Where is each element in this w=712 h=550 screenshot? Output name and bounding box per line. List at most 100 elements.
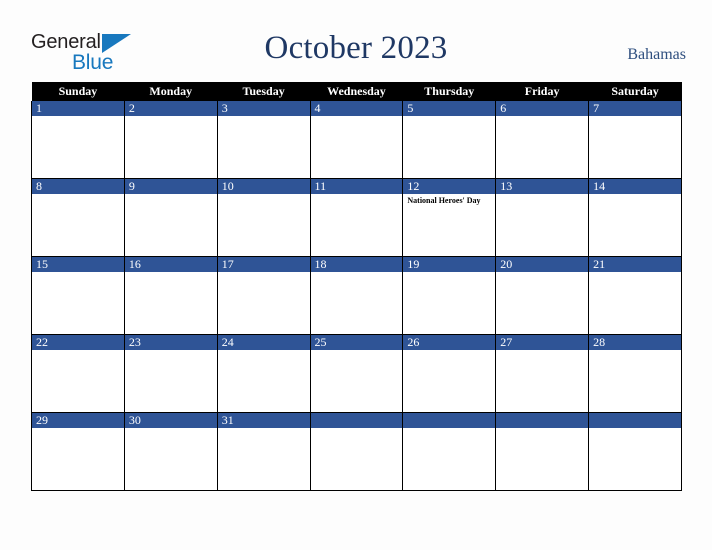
day-number: 24 — [217, 335, 310, 350]
calendar-empty-cell[interactable] — [309, 412, 404, 491]
calendar-day-cell[interactable]: 16 — [123, 256, 218, 335]
day-number: 9 — [124, 179, 217, 194]
day-number: 31 — [217, 413, 310, 428]
calendar-day-cell[interactable]: 18 — [309, 256, 404, 335]
day-number: 29 — [32, 413, 124, 428]
day-events — [496, 194, 588, 196]
calendar-day-cell[interactable]: 24 — [216, 334, 311, 413]
day-events — [589, 350, 681, 352]
calendar-day-cell[interactable]: 2 — [123, 101, 218, 179]
calendar-day-cell[interactable]: 23 — [123, 334, 218, 413]
calendar-day-cell[interactable]: 14 — [588, 178, 682, 257]
calendar-day-cell[interactable]: 15 — [31, 256, 125, 335]
calendar-day-cell[interactable]: 9 — [123, 178, 218, 257]
calendar-day-cell[interactable]: 4 — [309, 101, 404, 179]
calendar-day-cell[interactable]: 1 — [31, 101, 125, 179]
day-events — [218, 272, 310, 274]
weekday-header-thursday: Thursday — [402, 82, 496, 101]
day-number: 27 — [496, 335, 589, 350]
calendar-day-cell[interactable]: 21 — [588, 256, 682, 335]
weekday-header-saturday: Saturday — [588, 82, 682, 101]
day-events — [125, 272, 217, 274]
calendar-day-cell[interactable]: 10 — [216, 178, 311, 257]
calendar-empty-cell[interactable] — [588, 412, 682, 491]
page-title: October 2023 — [264, 30, 448, 66]
day-events — [496, 428, 588, 430]
calendar-day-cell[interactable]: 31 — [216, 412, 311, 491]
calendar-day-cell[interactable]: 19 — [402, 256, 497, 335]
calendar-body: 1 2 3 4 5 6 7 8 9 10 11 12 National Heroes' Day 13 14 1… — [31, 101, 682, 491]
calendar-week-row: 22 23 24 25 26 27 28 — [31, 334, 682, 413]
day-events — [311, 272, 403, 274]
calendar-day-cell[interactable]: 30 — [123, 412, 218, 491]
day-number: 23 — [124, 335, 217, 350]
calendar-empty-cell[interactable] — [402, 412, 497, 491]
day-events — [125, 116, 217, 118]
calendar-week-row: 29 30 31 — [31, 412, 682, 491]
day-number: 16 — [124, 257, 217, 272]
calendar-day-cell[interactable]: 17 — [216, 256, 311, 335]
day-number: 3 — [217, 101, 310, 116]
day-events — [125, 428, 217, 430]
calendar-header-row: Sunday Monday Tuesday Wednesday Thursday… — [31, 82, 682, 101]
day-events — [403, 350, 495, 352]
calendar-week-row: 8 9 10 11 12 National Heroes' Day 13 14 — [31, 178, 682, 257]
calendar-day-cell[interactable]: 28 — [588, 334, 682, 413]
day-number: 13 — [496, 179, 589, 194]
day-number: 11 — [310, 179, 403, 194]
day-events — [589, 194, 681, 196]
day-number: 17 — [217, 257, 310, 272]
calendar-day-cell[interactable]: 7 — [588, 101, 682, 179]
day-number: 28 — [589, 335, 681, 350]
day-number: 12 — [403, 179, 496, 194]
day-number — [310, 413, 403, 428]
holiday-label: National Heroes' Day — [407, 196, 481, 205]
calendar-week-row: 15 16 17 18 19 20 21 — [31, 256, 682, 335]
day-events — [589, 272, 681, 274]
day-events — [218, 116, 310, 118]
calendar-day-cell[interactable]: 25 — [309, 334, 404, 413]
calendar-day-cell[interactable]: 8 — [31, 178, 125, 257]
calendar-day-cell[interactable]: 6 — [495, 101, 590, 179]
day-events — [32, 272, 124, 274]
day-number: 5 — [403, 101, 496, 116]
calendar-day-cell[interactable]: 11 — [309, 178, 404, 257]
day-number: 15 — [32, 257, 124, 272]
day-events — [218, 194, 310, 196]
calendar-day-cell[interactable]: 26 — [402, 334, 497, 413]
page-header: General Blue October 2023 Bahamas — [0, 0, 712, 82]
day-number: 2 — [124, 101, 217, 116]
day-number: 14 — [589, 179, 681, 194]
day-number: 6 — [496, 101, 589, 116]
weekday-header-tuesday: Tuesday — [217, 82, 311, 101]
day-number: 22 — [32, 335, 124, 350]
calendar-day-cell[interactable]: 27 — [495, 334, 590, 413]
day-number: 10 — [217, 179, 310, 194]
calendar-empty-cell[interactable] — [495, 412, 590, 491]
day-number: 19 — [403, 257, 496, 272]
day-events — [218, 428, 310, 430]
day-events — [311, 350, 403, 352]
calendar-day-cell[interactable]: 5 — [402, 101, 497, 179]
weekday-header-sunday: Sunday — [31, 82, 125, 101]
day-number — [496, 413, 589, 428]
day-events — [496, 116, 588, 118]
day-number: 18 — [310, 257, 403, 272]
calendar-day-cell[interactable]: 13 — [495, 178, 590, 257]
calendar-day-cell[interactable]: 22 — [31, 334, 125, 413]
day-events — [32, 194, 124, 196]
day-number: 25 — [310, 335, 403, 350]
calendar-day-cell[interactable]: 12 National Heroes' Day — [402, 178, 497, 257]
day-number — [589, 413, 681, 428]
calendar-day-cell[interactable]: 20 — [495, 256, 590, 335]
calendar-day-cell[interactable]: 29 — [31, 412, 125, 491]
day-events — [125, 194, 217, 196]
day-events — [403, 272, 495, 274]
day-events — [403, 428, 495, 430]
day-events — [496, 350, 588, 352]
day-number: 26 — [403, 335, 496, 350]
day-events — [311, 194, 403, 196]
calendar-day-cell[interactable]: 3 — [216, 101, 311, 179]
day-number: 21 — [589, 257, 681, 272]
day-events — [32, 428, 124, 430]
